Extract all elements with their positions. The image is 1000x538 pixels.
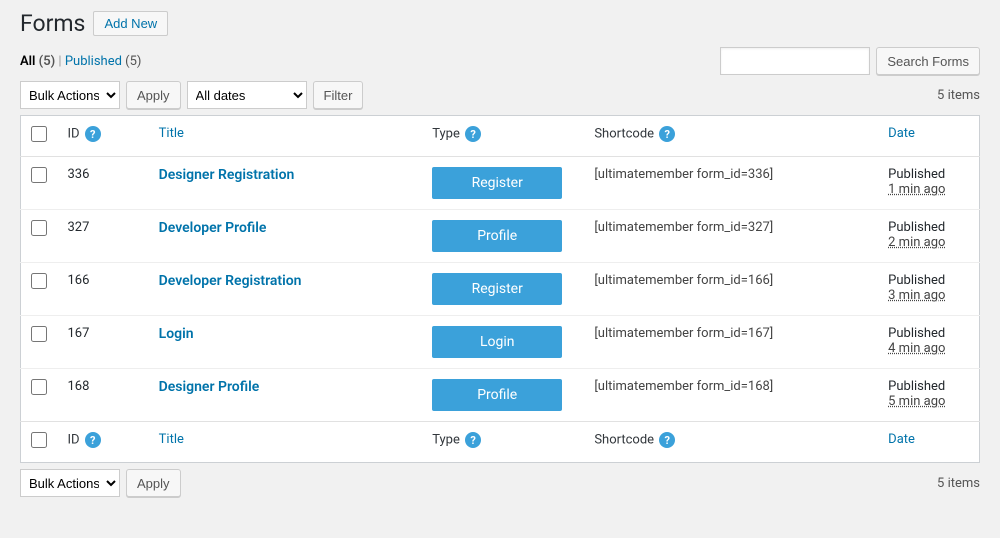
row-status: Published <box>888 273 969 288</box>
filter-button[interactable]: Filter <box>313 81 364 109</box>
bulk-actions-select[interactable]: Bulk Actions <box>20 81 120 109</box>
select-all-top[interactable] <box>31 126 47 142</box>
row-id: 166 <box>57 263 148 316</box>
row-title-link[interactable]: Login <box>159 326 194 342</box>
items-count-top: 5 items <box>937 88 980 103</box>
filter-all-label: All <box>20 54 35 69</box>
row-id: 327 <box>57 210 148 263</box>
row-checkbox[interactable] <box>31 167 47 183</box>
table-row: 166 Developer Registration Register [ult… <box>21 263 980 316</box>
help-icon[interactable]: ? <box>659 126 675 142</box>
type-badge: Register <box>432 167 562 199</box>
row-title-link[interactable]: Designer Profile <box>159 379 260 395</box>
row-shortcode: [ultimatemember form_id=327] <box>594 220 773 235</box>
row-time: 2 min ago <box>888 235 945 250</box>
items-count-bottom: 5 items <box>937 476 980 491</box>
apply-button-bottom[interactable]: Apply <box>126 469 181 497</box>
table-row: 167 Login Login [ultimatemember form_id=… <box>21 316 980 369</box>
table-row: 168 Designer Profile Profile [ultimateme… <box>21 369 980 422</box>
row-time: 1 min ago <box>888 182 945 197</box>
row-checkbox[interactable] <box>31 220 47 236</box>
row-status: Published <box>888 220 969 235</box>
table-row: 327 Developer Profile Profile [ultimatem… <box>21 210 980 263</box>
date-filter-select[interactable]: All dates <box>187 81 307 109</box>
table-row: 336 Designer Registration Register [ulti… <box>21 157 980 210</box>
type-badge: Profile <box>432 220 562 252</box>
column-id-label: ID <box>67 433 79 448</box>
filter-all[interactable]: All (5) <box>20 54 58 69</box>
row-id: 336 <box>57 157 148 210</box>
add-new-button[interactable]: Add New <box>93 11 168 36</box>
row-checkbox[interactable] <box>31 273 47 289</box>
column-date[interactable]: Date <box>888 432 915 447</box>
search-box: Search Forms <box>720 47 980 75</box>
row-shortcode: [ultimatemember form_id=166] <box>594 273 773 288</box>
type-badge: Login <box>432 326 562 358</box>
column-shortcode-label: Shortcode <box>594 433 654 448</box>
help-icon[interactable]: ? <box>465 126 481 142</box>
column-title[interactable]: Title <box>159 432 184 447</box>
row-title-link[interactable]: Designer Registration <box>159 167 295 183</box>
row-checkbox[interactable] <box>31 326 47 342</box>
row-time: 4 min ago <box>888 341 945 356</box>
column-type-label: Type <box>432 127 460 142</box>
row-checkbox[interactable] <box>31 379 47 395</box>
column-shortcode-label: Shortcode <box>594 127 654 142</box>
select-all-bottom[interactable] <box>31 432 47 448</box>
filter-published-label: Published <box>65 54 122 69</box>
forms-table: ID ? Title Type ? Shortcode ? Date 336 D… <box>20 115 980 463</box>
type-badge: Profile <box>432 379 562 411</box>
page-title: Forms <box>20 10 85 37</box>
row-time: 3 min ago <box>888 288 945 303</box>
column-title[interactable]: Title <box>159 126 184 141</box>
row-status: Published <box>888 326 969 341</box>
apply-button-top[interactable]: Apply <box>126 81 181 109</box>
row-title-link[interactable]: Developer Profile <box>159 220 267 236</box>
search-input[interactable] <box>720 47 870 75</box>
row-time: 5 min ago <box>888 394 945 409</box>
search-button[interactable]: Search Forms <box>876 47 980 75</box>
help-icon[interactable]: ? <box>465 432 481 448</box>
column-type-label: Type <box>432 433 460 448</box>
row-id: 168 <box>57 369 148 422</box>
row-id: 167 <box>57 316 148 369</box>
filter-published[interactable]: Published (5) <box>65 54 142 69</box>
row-status: Published <box>888 379 969 394</box>
help-icon[interactable]: ? <box>659 432 675 448</box>
help-icon[interactable]: ? <box>85 432 101 448</box>
row-status: Published <box>888 167 969 182</box>
help-icon[interactable]: ? <box>85 126 101 142</box>
status-filter-links: All (5) | Published (5) <box>20 54 141 69</box>
filter-all-count: (5) <box>39 54 56 69</box>
row-shortcode: [ultimatemember form_id=167] <box>594 326 773 341</box>
type-badge: Register <box>432 273 562 305</box>
row-title-link[interactable]: Developer Registration <box>159 273 302 289</box>
column-date[interactable]: Date <box>888 126 915 141</box>
row-shortcode: [ultimatemember form_id=336] <box>594 167 773 182</box>
bulk-actions-select-bottom[interactable]: Bulk Actions <box>20 469 120 497</box>
row-shortcode: [ultimatemember form_id=168] <box>594 379 773 394</box>
column-id-label: ID <box>67 127 79 142</box>
filter-published-count: (5) <box>125 54 141 69</box>
